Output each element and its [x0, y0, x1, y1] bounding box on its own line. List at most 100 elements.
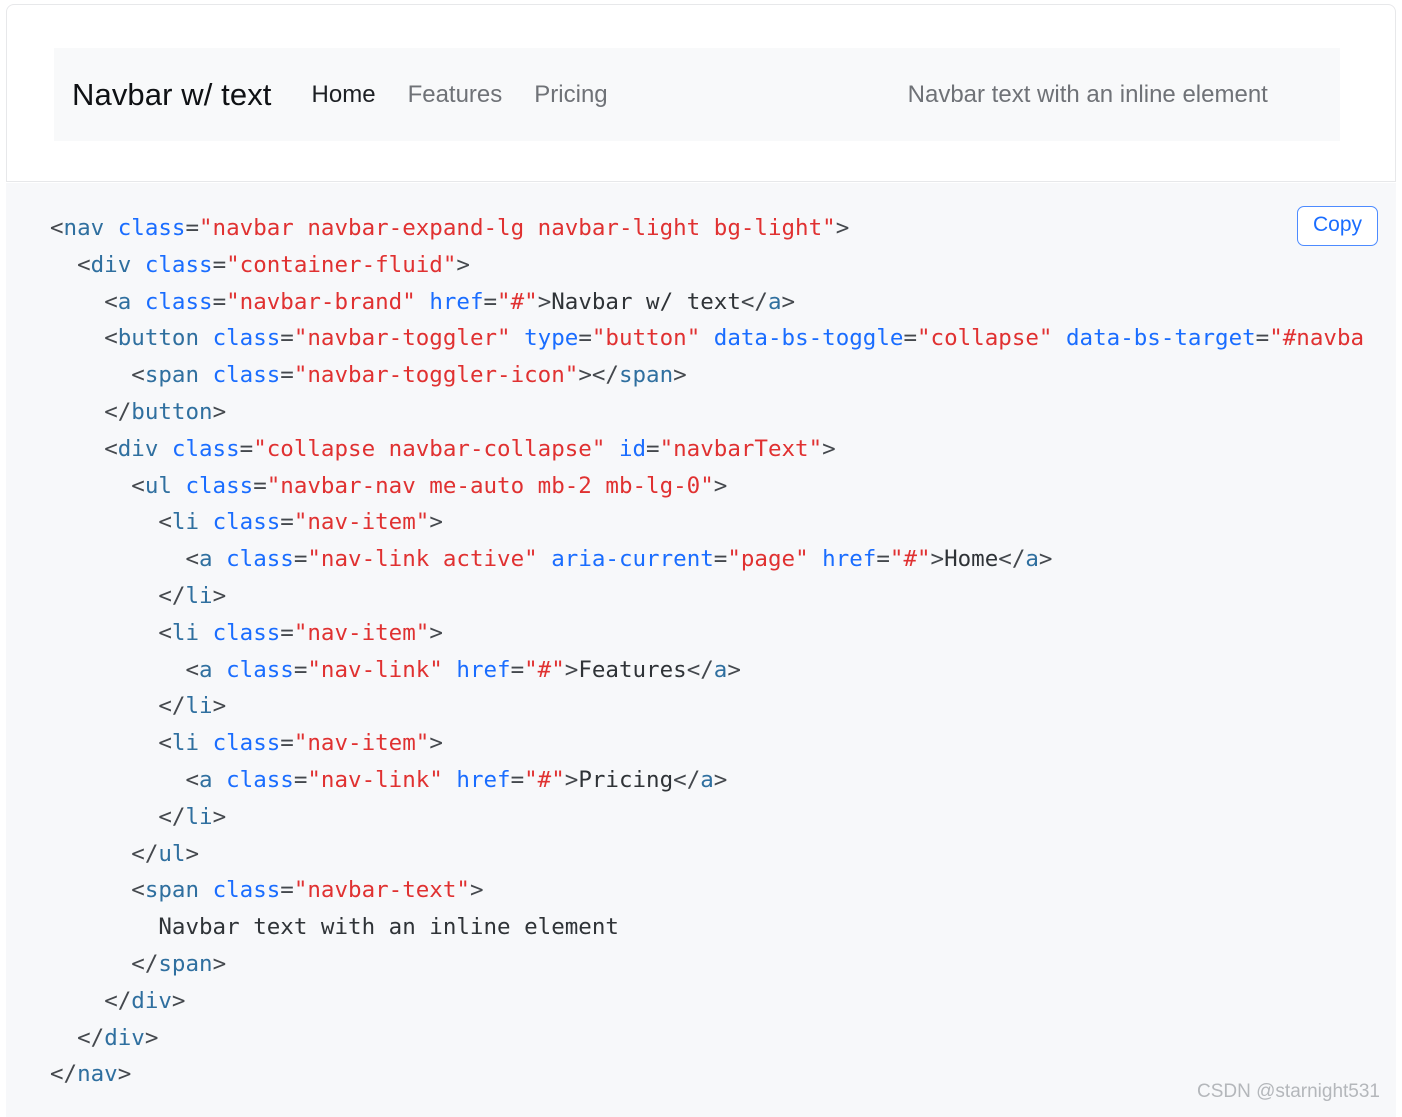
code-token-tag: div — [117, 435, 159, 462]
code-token-punct — [443, 767, 457, 793]
code-token-punct: </ — [158, 693, 186, 720]
code-token-val: "#" — [497, 288, 538, 315]
code-token-punct: > — [429, 509, 443, 536]
code-token-attr: id — [618, 435, 647, 462]
code-token-punct: = — [185, 215, 200, 241]
code-token-val: "navbar-toggler-icon" — [293, 362, 579, 389]
code-token-tag: span — [618, 362, 674, 389]
code-token-punct: = — [280, 325, 294, 352]
code-token-punct: > — [564, 766, 579, 793]
code-token-punct: > — [456, 251, 470, 278]
code-token-punct: </ — [158, 803, 186, 830]
code-token-tag: a — [1025, 546, 1039, 573]
code-token-punct: > — [212, 693, 227, 720]
code-token-punct: > — [212, 950, 227, 977]
code-token-punct — [213, 767, 227, 793]
code-token-punct: < — [104, 288, 118, 315]
code-token-text: Navbar text with an inline element — [158, 914, 619, 941]
code-token-punct — [199, 362, 213, 388]
code-token-punct — [538, 546, 552, 572]
code-token-punct: > — [469, 877, 484, 904]
code-token-punct: </ — [686, 656, 714, 683]
code-line: <li class="nav-item"> — [6, 725, 1396, 762]
code-token-punct: </ — [131, 840, 159, 867]
code-line: <li class="nav-item"> — [6, 615, 1396, 652]
code-token-punct: > — [822, 435, 836, 462]
code-token-punct: > — [713, 472, 728, 499]
code-token-punct: </ — [740, 288, 768, 315]
code-token-val: "nav-item" — [293, 730, 430, 757]
code-line: <div class="collapse navbar-collapse" id… — [6, 431, 1396, 468]
code-token-tag: span — [158, 950, 213, 977]
navbar-preview: Navbar w/ text Home Features Pricing Nav… — [54, 48, 1340, 141]
code-token-punct: = — [239, 435, 254, 462]
code-token-punct: = — [483, 288, 498, 315]
code-token-punct: > — [212, 582, 227, 609]
code-token-val: "nav-link active" — [307, 546, 538, 573]
code-token-punct: > — [713, 766, 728, 793]
code-token-tag: li — [171, 730, 200, 757]
code-token-punct: = — [903, 325, 917, 352]
code-token-tag: div — [104, 1024, 145, 1051]
code-token-attr: class — [212, 619, 281, 646]
code-token-tag: a — [713, 656, 728, 683]
code-token-punct — [131, 252, 145, 278]
code-token-val: "collapse navbar-collapse" — [253, 435, 606, 462]
code-token-val: "nav-item" — [293, 509, 430, 536]
code-token-val: "navbar-text" — [293, 877, 470, 904]
code-token-punct: > — [185, 840, 200, 867]
code-token-punct: < — [50, 215, 64, 241]
code-token-punct: = — [280, 619, 294, 646]
code-token-punct: </ — [104, 987, 132, 1014]
code-token-punct — [809, 546, 823, 572]
code-token-text: Pricing — [578, 766, 674, 793]
code-token-tag: li — [185, 582, 213, 609]
code-line: <span class="navbar-toggler-icon"></span… — [6, 357, 1396, 394]
nav-item-home: Home — [296, 81, 392, 109]
code-token-attr: href — [456, 766, 511, 793]
code-token-punct: > — [537, 288, 552, 315]
code-line: </span> — [6, 946, 1396, 983]
code-token-punct: > — [781, 288, 796, 315]
code-token-punct: < — [131, 472, 145, 499]
code-token-punct: = — [578, 325, 592, 352]
code-token-val: "collapse" — [917, 325, 1053, 352]
code-token-tag: span — [144, 362, 200, 389]
code-token-val: "navbar navbar-expand-lg navbar-light bg… — [199, 215, 836, 241]
code-token-text: Home — [944, 546, 999, 573]
code-token-punct: < — [158, 730, 172, 757]
code-token-attr: class — [226, 656, 294, 683]
code-token-punct: </ — [998, 546, 1026, 573]
code-token-text: Features — [578, 656, 687, 683]
code-token-attr: class — [212, 877, 281, 904]
code-token-attr: type — [524, 325, 579, 352]
code-token-punct: = — [293, 766, 308, 793]
nav-link-home[interactable]: Home — [296, 81, 392, 109]
nav-link-pricing[interactable]: Pricing — [518, 81, 623, 109]
code-token-punct: </ — [591, 362, 619, 389]
code-token-punct — [213, 546, 227, 572]
code-token-punct: < — [185, 766, 200, 793]
code-line: <ul class="navbar-nav me-auto mb-2 mb-lg… — [6, 468, 1396, 505]
code-token-punct: < — [131, 362, 145, 389]
code-snippet[interactable]: <nav class="navbar navbar-expand-lg navb… — [6, 210, 1396, 1093]
code-token-punct: = — [253, 472, 267, 499]
code-token-val: "container-fluid" — [226, 251, 457, 278]
code-token-punct — [131, 289, 145, 315]
code-token-punct: </ — [104, 398, 132, 425]
nav-link-features[interactable]: Features — [392, 81, 519, 109]
code-line: </li> — [6, 578, 1396, 615]
code-line: </li> — [6, 688, 1396, 725]
code-token-attr: class — [226, 766, 294, 793]
code-token-punct: > — [212, 803, 227, 830]
code-token-punct: = — [280, 730, 294, 757]
code-line: </ul> — [6, 836, 1396, 873]
code-token-punct: < — [104, 325, 118, 352]
code-token-punct: > — [930, 546, 945, 573]
code-token-attr: class — [185, 472, 254, 499]
code-token-val: "#" — [524, 656, 565, 683]
navbar-brand-link[interactable]: Navbar w/ text — [72, 77, 272, 113]
code-token-attr: data-bs-toggle — [713, 325, 904, 352]
code-token-tag: li — [185, 693, 213, 720]
code-token-attr: class — [212, 362, 281, 389]
